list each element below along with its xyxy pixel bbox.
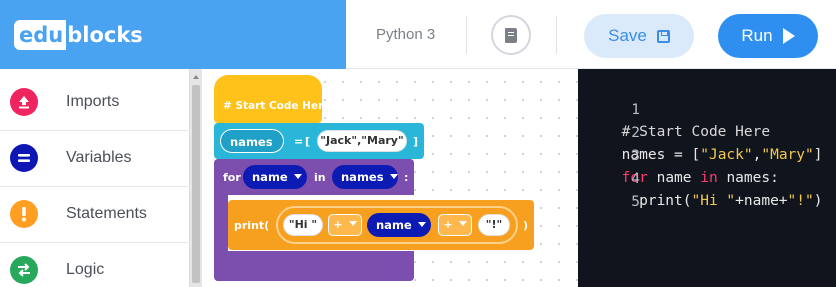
exclamation-icon xyxy=(10,200,38,228)
open-bracket-text: [ xyxy=(305,135,311,148)
for-keyword: for xyxy=(223,171,241,184)
docs-button[interactable] xyxy=(491,15,531,55)
variable-name: name xyxy=(376,218,412,232)
category-variables[interactable]: Variables xyxy=(0,131,190,187)
loop-variable-dropdown[interactable]: name xyxy=(243,165,307,189)
iterable-dropdown[interactable]: names xyxy=(332,165,398,189)
category-label: Variables xyxy=(66,149,132,166)
scrollbar-thumb[interactable] xyxy=(192,85,200,283)
operator-dropdown[interactable]: + xyxy=(328,214,362,236)
line-number: 5 xyxy=(631,194,640,210)
code-line: 5 xyxy=(578,169,640,210)
run-button[interactable]: Run xyxy=(718,14,818,58)
blocks-workspace[interactable]: # Start Code Here names = [ "Jack","Mary… xyxy=(202,69,578,287)
print-function-text: print( xyxy=(234,219,270,232)
block-categories-sidebar: Imports Variables Statements Logic xyxy=(0,69,190,287)
toolbar-divider xyxy=(556,16,557,54)
close-paren-text: ) xyxy=(523,219,529,232)
play-icon xyxy=(782,28,795,44)
for-loop-block[interactable]: for name in names : xyxy=(214,159,414,195)
workspace-scrollbar[interactable] xyxy=(190,69,202,287)
comment-text: # Start Code Here xyxy=(223,100,331,112)
save-label: Save xyxy=(608,26,647,45)
equals-text: = xyxy=(294,135,304,148)
colon-text: : xyxy=(404,171,409,184)
variable-name: names xyxy=(230,135,273,149)
operator-text: + xyxy=(443,218,453,231)
line-4-text: print("Hi "+name+"!") xyxy=(621,193,823,209)
for-loop-footer xyxy=(214,251,414,281)
swap-arrows-icon xyxy=(10,256,38,284)
floppy-disk-icon xyxy=(656,29,670,43)
assign-block[interactable]: names = [ "Jack","Mary" ] xyxy=(214,123,424,168)
code-line: 1 # Start Code Here xyxy=(578,77,770,140)
category-label: Imports xyxy=(66,93,120,110)
code-line: 2 names = ["Jack","Mary"] xyxy=(578,100,823,163)
category-label: Statements xyxy=(66,205,147,222)
dropdown-caret-icon xyxy=(389,174,398,179)
category-logic[interactable]: Logic xyxy=(0,243,190,287)
iterable-name: names xyxy=(341,170,384,184)
top-toolbar: Python 3 Save Run xyxy=(346,0,836,69)
python-code-editor[interactable]: 1 # Start Code Here 2 names = ["Jack","M… xyxy=(578,69,836,287)
variable-dropdown[interactable]: name xyxy=(367,213,431,237)
string-field[interactable]: "Hi " xyxy=(283,214,323,236)
operator-dropdown[interactable]: + xyxy=(438,214,472,236)
dropdown-caret-icon xyxy=(417,222,426,227)
brand-bar: edu blocks xyxy=(0,0,346,69)
python-version-label[interactable]: Python 3 xyxy=(376,26,435,43)
code-line: 3 for name in names: xyxy=(578,123,779,186)
code-line: 4 print("Hi "+name+"!") xyxy=(578,146,822,209)
list-value-field[interactable]: "Jack","Mary" xyxy=(317,130,407,152)
toolbar-divider xyxy=(466,16,467,54)
category-statements[interactable]: Statements xyxy=(0,187,190,243)
print-block[interactable]: print( "Hi " + name + "!" ) xyxy=(228,200,534,250)
loop-variable-name: name xyxy=(252,170,288,184)
equals-icon xyxy=(10,144,38,172)
for-loop-arm xyxy=(214,195,228,251)
category-label: Logic xyxy=(66,261,105,278)
string-field[interactable]: "!" xyxy=(478,214,510,236)
line-3-text: for name in names: xyxy=(621,170,779,186)
dropdown-caret-icon xyxy=(348,221,357,226)
save-button[interactable]: Save xyxy=(584,14,694,58)
print-args-group: "Hi " + name + "!" xyxy=(276,206,518,244)
edublocks-logo[interactable]: edu blocks xyxy=(14,20,143,50)
category-imports[interactable]: Imports xyxy=(0,75,190,131)
dropdown-caret-icon xyxy=(293,174,302,179)
book-icon xyxy=(505,27,517,43)
run-label: Run xyxy=(741,26,773,45)
variable-dropdown[interactable]: names xyxy=(220,129,284,168)
logo-blocks: blocks xyxy=(67,23,143,47)
upload-icon xyxy=(10,88,38,116)
logo-edu: edu xyxy=(14,20,67,50)
scroll-up-arrow-icon[interactable] xyxy=(193,75,199,79)
line-code: print("Hi "+name+"!") xyxy=(613,193,823,209)
close-bracket-text: ] xyxy=(413,135,419,148)
comment-block[interactable]: # Start Code Here xyxy=(214,75,330,123)
dropdown-caret-icon xyxy=(458,221,467,226)
in-keyword: in xyxy=(314,171,326,184)
operator-text: + xyxy=(333,218,343,231)
